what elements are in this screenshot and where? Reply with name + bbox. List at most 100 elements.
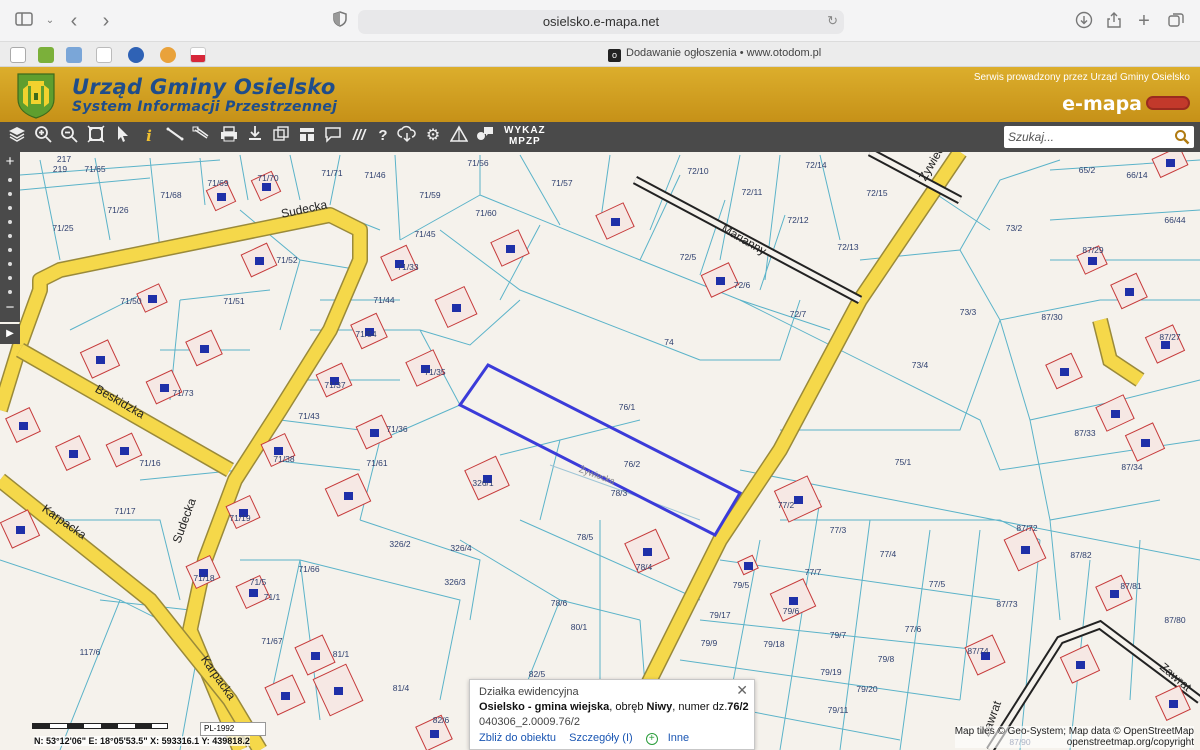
download-map-icon[interactable]: [244, 125, 266, 147]
more-link-label: Inne: [667, 732, 690, 744]
panel-toggle-button[interactable]: ▶: [0, 324, 20, 344]
bookmark-icon[interactable]: [96, 47, 112, 63]
settings-icon[interactable]: ⚙: [422, 125, 444, 147]
zoom-to-object-link[interactable]: Zbliż do obiektu: [479, 732, 556, 744]
map-bookmark-icon[interactable]: [66, 47, 82, 63]
address-bar[interactable]: osielsko.e-mapa.net ↻: [358, 10, 844, 34]
parcel-number-label: 87/33: [1074, 428, 1096, 438]
bookmark-icon[interactable]: [128, 47, 144, 63]
measure-icon[interactable]: [164, 125, 186, 147]
map-svg[interactable]: 217219 71/65 71/69 71/70 71/71 71/46 71/56 71/5…: [0, 152, 1200, 750]
print-icon[interactable]: [218, 125, 240, 147]
info-icon[interactable]: i: [138, 125, 160, 147]
reload-icon[interactable]: ↻: [827, 13, 838, 29]
search-box: [1004, 126, 1194, 148]
zoom-level-dot[interactable]: [8, 220, 12, 224]
details-link[interactable]: Szczegóły (I): [569, 732, 633, 744]
search-input[interactable]: [1008, 128, 1168, 146]
layout-icon[interactable]: [296, 125, 318, 147]
more-link[interactable]: + Inne: [645, 732, 699, 745]
attribution-link[interactable]: openstreetmap.org/copyright: [955, 737, 1194, 748]
parcel-number-label: 81/4: [393, 683, 410, 693]
parcel-number-label: 79/11: [828, 705, 849, 715]
help-icon[interactable]: ?: [372, 125, 394, 147]
parcel-number-label: 77/3: [830, 525, 847, 535]
street-name-label: Żywiecka: [578, 464, 617, 486]
zoom-level-dot[interactable]: [8, 192, 12, 196]
parcel-number-label: 78/6: [551, 598, 568, 608]
bookmark-icon[interactable]: [10, 47, 26, 63]
tab-otodom[interactable]: o Dodawanie ogłoszenia • www.otodom.pl: [608, 47, 821, 62]
url-text[interactable]: osielsko.e-mapa.net: [358, 14, 844, 29]
chevron-down-icon[interactable]: ⌄: [40, 11, 60, 31]
parcel-number-label: 71/37: [324, 380, 346, 390]
parcel-number-label: 326/1: [472, 478, 494, 488]
comment-icon[interactable]: [322, 125, 344, 147]
site-header: Urząd Gminy Osielsko System Informacji P…: [0, 67, 1200, 122]
zoom-out-icon[interactable]: [58, 125, 80, 147]
parcel-number-label: 71/5: [250, 577, 267, 587]
full-extent-icon[interactable]: [85, 125, 107, 147]
address-marker: [249, 589, 258, 597]
plus-circle-icon: +: [645, 733, 658, 745]
layers-icon[interactable]: [6, 125, 28, 147]
zoom-level-dot[interactable]: [8, 234, 12, 238]
zoom-level-dot[interactable]: [8, 178, 12, 182]
parcel-number-label: 71/69: [207, 178, 229, 188]
zoom-in-button[interactable]: +: [0, 154, 20, 170]
zoom-level-dot[interactable]: [8, 262, 12, 266]
tab-bar: o Dodawanie ogłoszenia • www.otodom.pl: [0, 42, 1200, 67]
parcel-number-label: 217: [57, 154, 71, 164]
pointer-icon[interactable]: [112, 125, 134, 147]
zoom-level-dot[interactable]: [8, 290, 12, 294]
cloud-download-icon[interactable]: [396, 125, 418, 147]
wykaz-mpzp-button[interactable]: WYKAZ MPZP: [504, 125, 546, 147]
hatch-icon[interactable]: ///: [348, 125, 370, 147]
export-icon[interactable]: [270, 125, 292, 147]
e-mapa-logo[interactable]: e-mapa: [1062, 93, 1142, 115]
close-icon[interactable]: ✕: [736, 682, 748, 699]
address-marker: [69, 450, 78, 458]
flag-bookmark-icon[interactable]: [190, 47, 206, 63]
address-marker: [334, 687, 343, 695]
chat-icon[interactable]: [474, 125, 496, 147]
address-marker: [1125, 288, 1134, 296]
street-name-label: Sudecka: [170, 496, 199, 545]
zoom-level-dot[interactable]: [8, 248, 12, 252]
parcel-number-label: 72/10: [687, 166, 709, 176]
link-icon[interactable]: [190, 125, 212, 147]
popup-text: , numer dz.: [672, 701, 728, 713]
tab-overview-icon[interactable]: [1166, 11, 1186, 31]
search-icon[interactable]: [1174, 129, 1190, 145]
warning-icon[interactable]: [448, 125, 470, 147]
crs-select[interactable]: PL-1992: [200, 722, 266, 736]
zoom-level-dot[interactable]: [8, 206, 12, 210]
forward-icon[interactable]: ›: [96, 11, 116, 31]
zoom-in-icon[interactable]: [32, 125, 54, 147]
zoom-out-button[interactable]: −: [0, 300, 20, 316]
address-marker: [744, 562, 753, 570]
new-tab-icon[interactable]: +: [1134, 11, 1154, 31]
parcel-number-label: 81/1: [333, 649, 350, 659]
crest-bookmark-icon[interactable]: [38, 47, 54, 63]
parcel-number-label: 71/17: [114, 506, 136, 516]
map-canvas[interactable]: 217 219 71/65 71/69 71/70 71/71 71/46 71/56 71/5…: [0, 152, 1200, 750]
sidebar-toggle-icon[interactable]: [14, 11, 34, 31]
address-marker: [370, 429, 379, 437]
selected-parcel-outline[interactable]: [457, 363, 743, 537]
back-icon[interactable]: ‹: [64, 11, 84, 31]
parcel-number-label: 326/3: [444, 577, 466, 587]
address-marker: [430, 730, 439, 738]
download-icon[interactable]: [1074, 11, 1094, 31]
parcel-number-label: 72/15: [866, 188, 888, 198]
zoom-level-dot[interactable]: [8, 276, 12, 280]
share-icon[interactable]: [1104, 11, 1124, 31]
bookmark-icon[interactable]: [160, 47, 176, 63]
address-marker: [643, 548, 652, 556]
address-marker: [1141, 439, 1150, 447]
parcel-number-label: 326/4: [450, 543, 472, 553]
parcel-number-label: 71/61: [366, 458, 388, 468]
address-marker: [1166, 159, 1175, 167]
parcel-number-label: 87/74: [967, 646, 989, 656]
shield-icon[interactable]: [330, 11, 350, 31]
